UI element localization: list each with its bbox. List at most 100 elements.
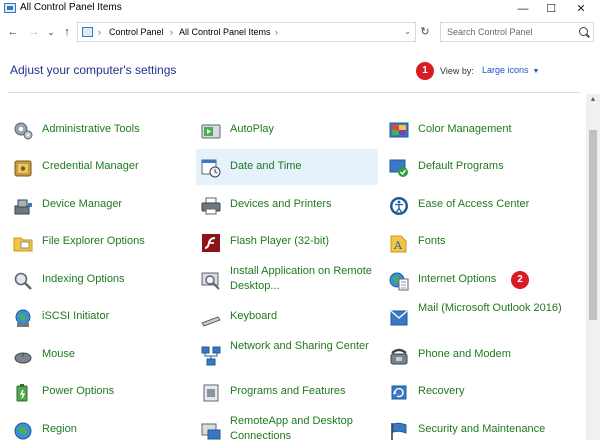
item-indexing-options[interactable]: Indexing Options (8, 262, 190, 298)
install-remote-icon (201, 272, 220, 290)
search-input[interactable] (447, 25, 573, 39)
item-label: Security and Maintenance (418, 423, 546, 435)
breadcrumb-separator: › (170, 27, 173, 37)
flash-player-icon (202, 234, 220, 252)
item-label: Default Programs (418, 160, 504, 172)
item-label: Mail (Microsoft Outlook 2016) (418, 302, 562, 314)
item-date-and-time[interactable]: Date and Time (196, 149, 378, 185)
scroll-thumb[interactable] (589, 130, 597, 320)
search-box[interactable] (440, 22, 594, 42)
item-network-and-sharing-center[interactable]: Network and Sharing Center (196, 337, 378, 373)
security-flag-icon (391, 422, 407, 440)
minimize-button[interactable]: — (508, 0, 538, 18)
up-button[interactable]: ↑ (60, 24, 74, 40)
item-default-programs[interactable]: Default Programs (384, 149, 566, 185)
vertical-scrollbar[interactable]: ▲ (586, 94, 600, 440)
item-mouse[interactable]: Mouse (8, 337, 190, 373)
breadcrumb-all-items[interactable]: All Control Panel Items (179, 23, 271, 41)
window-title: All Control Panel Items (20, 2, 122, 13)
item-flash-player[interactable]: Flash Player (32-bit) (196, 224, 378, 260)
item-color-management[interactable]: Color Management (384, 112, 566, 148)
back-button[interactable]: ← (6, 24, 20, 40)
item-file-explorer-options[interactable]: File Explorer Options (8, 224, 190, 260)
calendar-clock-icon (201, 159, 221, 178)
address-dropdown-icon[interactable]: ⌄ (404, 23, 411, 41)
item-phone-and-modem[interactable]: Phone and Modem (384, 337, 566, 373)
item-mail-outlook[interactable]: Mail (Microsoft Outlook 2016) (384, 299, 566, 335)
item-label: Device Manager (42, 198, 123, 210)
ease-of-access-icon (390, 197, 408, 215)
item-label: AutoPlay (230, 123, 275, 135)
keyboard-icon (201, 316, 221, 327)
item-label: Network and Sharing Center (230, 340, 369, 352)
item-internet-options[interactable]: Internet Options (384, 262, 566, 298)
item-label: Phone and Modem (418, 348, 511, 360)
divider (8, 92, 580, 93)
item-label: RemoteApp and Desktop Connections (230, 415, 353, 440)
item-label: Color Management (418, 123, 512, 135)
fonts-icon: A (390, 235, 407, 253)
maximize-button[interactable]: ☐ (536, 0, 566, 18)
forward-button[interactable]: → (27, 24, 41, 40)
folder-options-icon (13, 237, 33, 252)
item-install-application-remote-desktop[interactable]: Install Application on Remote Desktop... (196, 262, 378, 298)
close-button[interactable]: ✕ (566, 0, 596, 18)
breadcrumb[interactable]: › Control Panel › All Control Panel Item… (77, 22, 416, 42)
printer-icon (201, 197, 221, 215)
item-label: iSCSI Initiator (42, 310, 110, 322)
item-label: Install Application on Remote Desktop... (230, 265, 372, 292)
search-icon[interactable] (579, 27, 588, 36)
autoplay-icon (201, 124, 221, 139)
item-ease-of-access-center[interactable]: Ease of Access Center (384, 187, 566, 223)
mouse-icon (14, 352, 32, 364)
item-label: Flash Player (32-bit) (230, 235, 330, 247)
control-panel-icon (4, 3, 16, 13)
item-label: Ease of Access Center (418, 198, 530, 210)
item-device-manager[interactable]: Device Manager (8, 187, 190, 223)
item-label: Devices and Printers (230, 198, 332, 210)
refresh-button[interactable]: ↻ (418, 24, 432, 40)
title-bar: All Control Panel Items — ☐ ✕ (0, 0, 600, 18)
item-region[interactable]: Region (8, 412, 190, 440)
item-devices-and-printers[interactable]: Devices and Printers (196, 187, 378, 223)
scroll-up-icon[interactable]: ▲ (586, 94, 600, 106)
item-label: Region (42, 423, 77, 435)
item-label: Internet Options (418, 273, 497, 285)
iscsi-globe-icon (15, 309, 31, 327)
remoteapp-icon (201, 423, 221, 440)
item-label: Fonts (418, 235, 446, 247)
page-title: Adjust your computer's settings (10, 63, 177, 77)
network-icon (201, 346, 221, 366)
breadcrumb-control-panel[interactable]: Control Panel (109, 23, 164, 41)
view-by-label: View by: (440, 66, 474, 76)
item-remoteapp-desktop-connections[interactable]: RemoteApp and Desktop Connections (196, 412, 378, 440)
item-recovery[interactable]: Recovery (384, 374, 566, 410)
item-label: File Explorer Options (42, 235, 145, 247)
item-power-options[interactable]: Power Options (8, 374, 190, 410)
item-fonts[interactable]: A Fonts (384, 224, 566, 260)
mail-icon (390, 310, 408, 326)
item-autoplay[interactable]: AutoPlay (196, 112, 378, 148)
breadcrumb-separator: › (275, 27, 278, 37)
item-security-and-maintenance[interactable]: Security and Maintenance (384, 412, 566, 440)
item-administrative-tools[interactable]: Administrative Tools (8, 112, 190, 148)
item-label: Programs and Features (230, 385, 346, 397)
device-manager-icon (14, 199, 32, 215)
item-label: Administrative Tools (42, 123, 140, 135)
view-by-value[interactable]: Large icons (482, 65, 529, 75)
step-badge-2: 2 (511, 271, 529, 289)
item-label: Credential Manager (42, 160, 139, 172)
item-programs-and-features[interactable]: Programs and Features (196, 374, 378, 410)
gears-icon (14, 122, 33, 140)
recent-locations-button[interactable]: ⌄ (44, 24, 58, 40)
item-keyboard[interactable]: Keyboard (196, 299, 378, 335)
step-badge-1: 1 (416, 62, 434, 80)
item-credential-manager[interactable]: Credential Manager (8, 149, 190, 185)
view-by-dropdown[interactable]: Large icons ▼ (482, 65, 539, 75)
item-iscsi-initiator[interactable]: iSCSI Initiator (8, 299, 190, 335)
view-by-caret-icon[interactable]: ▼ (533, 68, 540, 75)
phone-icon (390, 348, 408, 365)
credential-vault-icon (14, 160, 32, 177)
region-globe-icon (14, 422, 32, 440)
address-bar: ← → ⌄ ↑ › Control Panel › All Control Pa… (0, 20, 600, 44)
